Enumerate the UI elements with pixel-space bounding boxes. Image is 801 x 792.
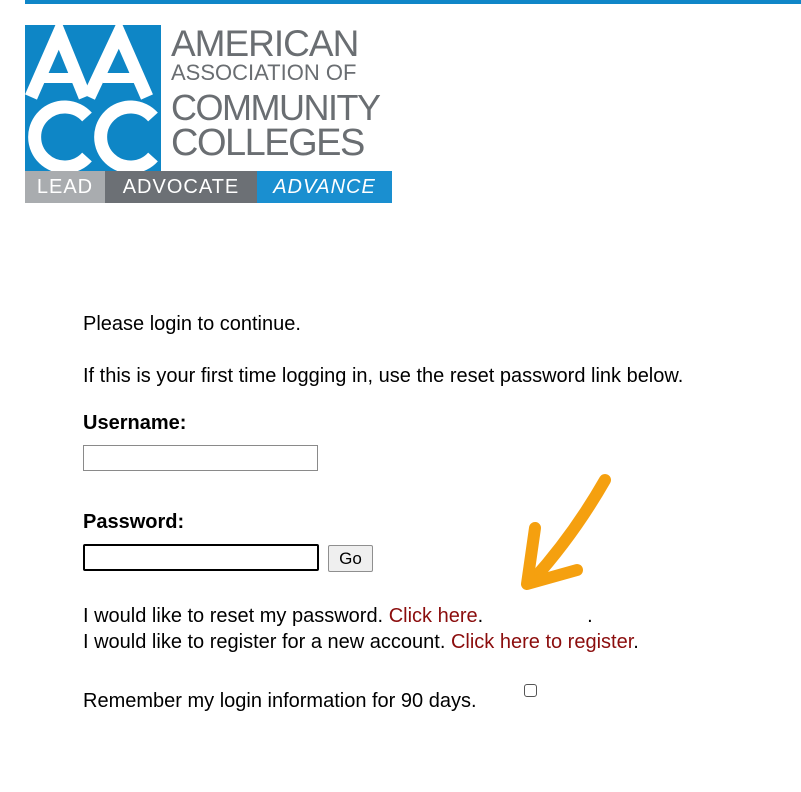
logo-tagline: LEAD ADVOCATE ADVANCE <box>25 171 392 203</box>
aacc-logo-mark <box>25 25 161 171</box>
username-label: Username: <box>83 412 187 434</box>
logo-line-community: COMMUNITY <box>171 87 381 128</box>
tagline-advance: ADVANCE <box>257 171 392 203</box>
username-input[interactable] <box>83 445 318 471</box>
register-line: I would like to register for a new accou… <box>83 630 639 654</box>
register-text: I would like to register for a new accou… <box>83 631 451 653</box>
top-accent-bar <box>25 0 801 4</box>
reset-password-link[interactable]: Click here <box>389 605 478 627</box>
reset-password-trailing-dot: . <box>587 605 593 627</box>
aacc-logo: AMERICAN ASSOCIATION OF COMMUNITY COLLEG… <box>25 25 392 203</box>
annotation-arrow-icon <box>521 474 611 590</box>
tagline-lead: LEAD <box>25 171 105 203</box>
password-input[interactable] <box>83 544 319 571</box>
logo-line-association: ASSOCIATION OF <box>171 60 357 85</box>
go-button[interactable]: Go <box>328 545 373 572</box>
register-link[interactable]: Click here to register <box>451 631 633 653</box>
logo-line-colleges: COLLEGES <box>171 122 365 164</box>
first-time-note: If this is your first time logging in, u… <box>83 365 684 387</box>
reset-password-line: I would like to reset my password. Click… <box>83 604 593 628</box>
reset-password-text: I would like to reset my password. <box>83 605 389 627</box>
login-prompt: Please login to continue. <box>83 313 301 335</box>
register-suffix: . <box>633 631 639 653</box>
password-label: Password: <box>83 511 185 533</box>
remember-login-label: Remember my login information for 90 day… <box>83 690 477 712</box>
remember-login-checkbox[interactable] <box>524 684 537 697</box>
logo-line-american: AMERICAN <box>171 23 359 64</box>
reset-password-suffix: . <box>477 605 484 627</box>
tagline-advocate: ADVOCATE <box>105 171 257 203</box>
logo-wordmark: AMERICAN ASSOCIATION OF COMMUNITY COLLEG… <box>171 25 392 164</box>
